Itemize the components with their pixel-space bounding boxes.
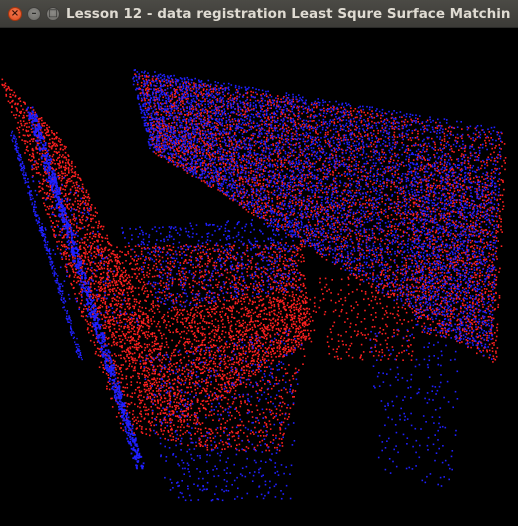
maximize-button[interactable]: □ <box>46 7 60 21</box>
3d-viewport[interactable] <box>0 28 518 526</box>
minimize-button[interactable]: – <box>27 7 41 21</box>
close-icon: × <box>10 8 20 19</box>
minimize-icon: – <box>31 8 37 19</box>
close-button[interactable]: × <box>8 7 22 21</box>
window-title: Lesson 12 - data registration Least Squr… <box>66 6 510 22</box>
point-cloud-canvas[interactable] <box>0 28 518 526</box>
maximize-icon: □ <box>48 8 58 19</box>
app-window: × – □ Lesson 12 - data registration Leas… <box>0 0 518 526</box>
title-bar[interactable]: × – □ Lesson 12 - data registration Leas… <box>0 0 518 28</box>
